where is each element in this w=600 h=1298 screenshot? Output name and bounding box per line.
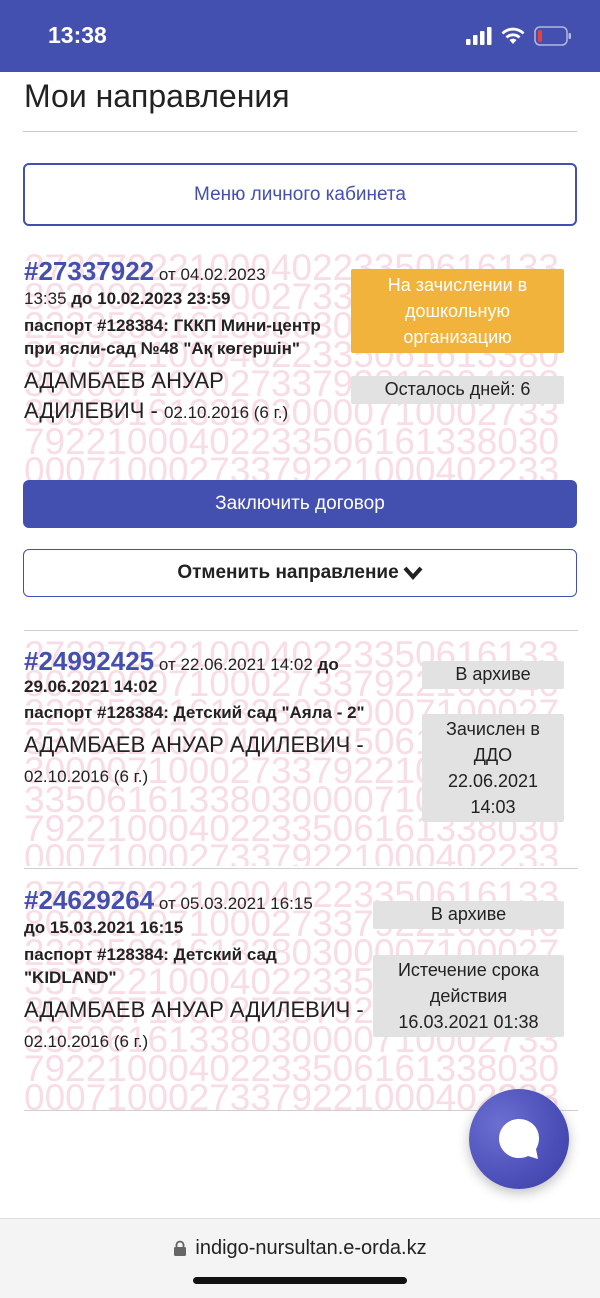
child-birth-date: 02.10.2016 (6 г.) [24, 1032, 149, 1051]
child-separator: - [350, 997, 364, 1022]
card-divider [24, 868, 578, 869]
page-url[interactable]: indigo-nursultan.e-orda.kz [195, 1237, 426, 1260]
child-birth-date: 02.10.2016 (6 г.) [24, 767, 149, 786]
referral-number[interactable]: #24629264 [24, 885, 154, 915]
referral-date: от 04.02.2023 [154, 265, 266, 284]
status-bar: 13:38 [0, 0, 600, 72]
account-menu-button[interactable]: Меню личного кабинета [23, 163, 577, 226]
expiry-status-badge: Истечение срока действия 16.03.2021 01:3… [373, 955, 564, 1037]
referral-organization: паспорт #128384: Детский сад "Аяла - 2" [24, 703, 365, 722]
status-icons [466, 26, 572, 46]
home-indicator[interactable] [193, 1277, 407, 1284]
wifi-icon [501, 27, 525, 44]
status-badge: На зачислении в дошкольную организацию [351, 269, 564, 353]
signal-icon [466, 27, 492, 45]
referral-card: #24992425 от 22.06.2021 14:02 до 29.06.2… [24, 646, 404, 792]
page-title: Мои направления [24, 78, 290, 114]
child-name: АДАМБАЕВ АНУАР АДИЛЕВИЧ [24, 732, 351, 757]
status-badge: В архиве [373, 901, 564, 929]
referral-card: #24629264 от 05.03.2021 16:15 до 15.03.2… [24, 885, 364, 1057]
referral-card: #27337922 от 04.02.2023 13:35 до 10.02.2… [24, 256, 344, 428]
chat-icon [499, 1119, 539, 1159]
sign-contract-button[interactable]: Заключить договор [23, 480, 577, 528]
referral-deadline: до 10.02.2023 23:59 [66, 289, 231, 308]
cancel-referral-button[interactable]: Отменить направление [23, 549, 577, 597]
card-divider [24, 630, 578, 631]
referral-date: от 22.06.2021 14:02 [154, 655, 313, 674]
referral-organization: паспорт #128384: ГККП Мини-центр при ясл… [24, 316, 321, 358]
child-name: АДАМБАЕВ АНУАР АДИЛЕВИЧ [24, 997, 351, 1022]
cancel-referral-label: Отменить направление [177, 562, 399, 583]
child-separator: - [350, 732, 364, 757]
referral-number[interactable]: #27337922 [24, 256, 154, 286]
enrollment-status-badge: Зачислен в ДДО 22.06.2021 14:03 [422, 714, 564, 822]
chevron-down-icon [403, 566, 423, 581]
status-badge: В архиве [422, 661, 564, 689]
days-left-badge: Осталось дней: 6 [351, 376, 564, 404]
referral-time: 13:35 [24, 289, 67, 308]
lock-icon [174, 1240, 187, 1256]
browser-address-bar[interactable]: indigo-nursultan.e-orda.kz [0, 1218, 600, 1298]
referral-date: от 05.03.2021 16:15 [154, 894, 313, 913]
referral-deadline: до 15.03.2021 16:15 [24, 918, 184, 937]
chat-button[interactable] [469, 1089, 569, 1189]
referral-number[interactable]: #24992425 [24, 646, 154, 676]
child-birth-date: 02.10.2016 (6 г.) [163, 403, 289, 422]
child-separator: - [144, 398, 164, 423]
battery-icon [534, 26, 571, 46]
referral-organization: паспорт #128384: Детский сад "KIDLAND" [24, 945, 277, 987]
status-time: 13:38 [48, 22, 107, 48]
title-divider [23, 131, 577, 132]
